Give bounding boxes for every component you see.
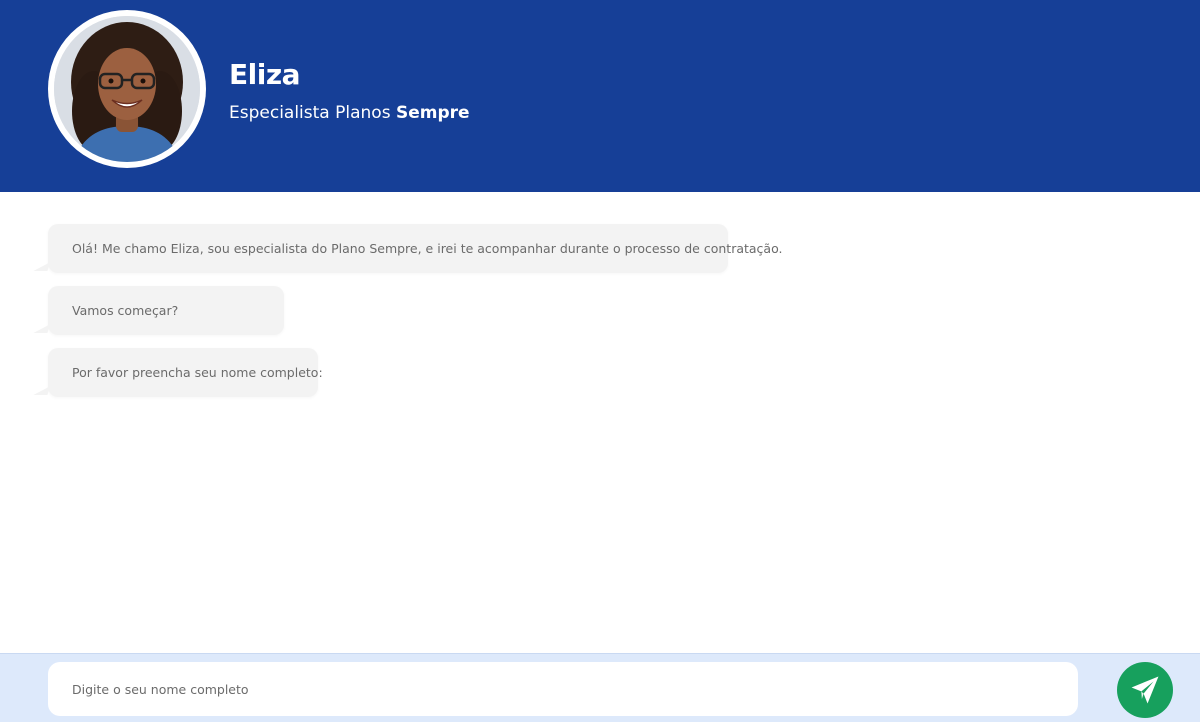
send-button[interactable] [1117, 662, 1173, 718]
agent-role-brand: Sempre [395, 103, 470, 123]
agent-photo [54, 16, 200, 162]
name-input[interactable] [48, 662, 1078, 716]
agent-name: Eliza [229, 58, 301, 91]
chat-message-bubble: Olá! Me chamo Eliza, sou especialista do… [48, 224, 783, 273]
chat-header: Eliza Especialista Planos Sempre [0, 0, 1200, 192]
chat-message-bubble: Vamos começar? [48, 286, 284, 335]
chat-message-bubble: Por favor preencha seu nome completo: [48, 348, 323, 397]
agent-role-prefix: Especialista Planos [229, 103, 391, 123]
agent-role: Especialista Planos Sempre [229, 103, 470, 123]
paper-plane-icon [1128, 673, 1162, 707]
avatar [48, 10, 206, 168]
chat-page: Eliza Especialista Planos Sempre Olá! Me… [0, 0, 1200, 722]
composer-bar [0, 653, 1200, 722]
